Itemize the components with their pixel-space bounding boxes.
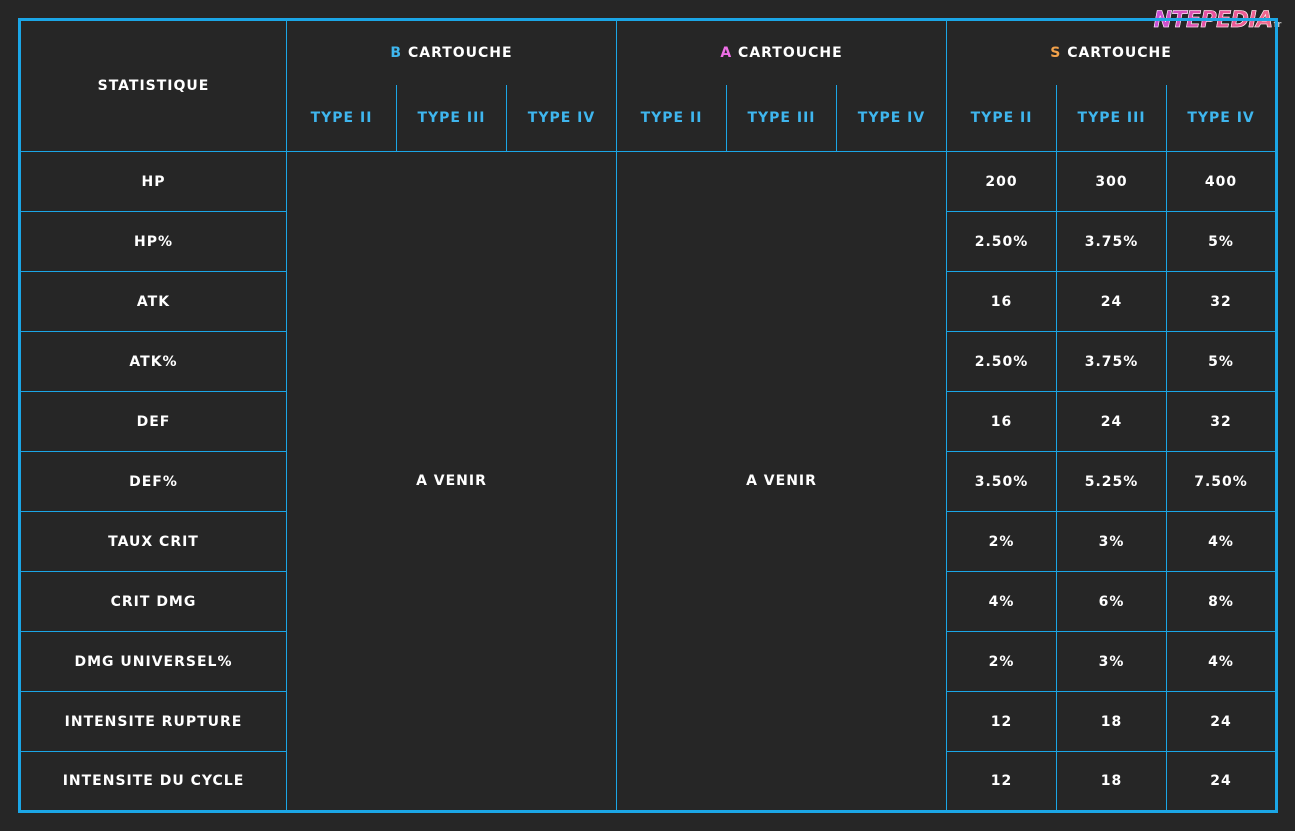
type-header-b-ii: TYPE II bbox=[286, 85, 397, 152]
type-header-b-iv: TYPE IV bbox=[506, 85, 617, 152]
s-type-iv-value: 7.50% bbox=[1166, 451, 1278, 512]
s-type-ii-value: 4% bbox=[946, 571, 1058, 632]
stat-name: HP bbox=[19, 151, 287, 212]
s-type-ii-value: 2% bbox=[946, 511, 1058, 572]
table-row: HP A VENIR A VENIR 200 300 400 bbox=[19, 151, 1278, 812]
grade-s-letter: S bbox=[1050, 45, 1062, 61]
s-type-iii-value: 3% bbox=[1056, 631, 1168, 692]
s-type-iv-value: 8% bbox=[1166, 571, 1278, 632]
type-header-s-iii: TYPE III bbox=[1056, 85, 1168, 152]
s-type-ii-value: 2.50% bbox=[946, 331, 1058, 392]
s-type-iv-value: 32 bbox=[1166, 391, 1278, 452]
header-row-groups: STATISTIQUE B CARTOUCHE A CARTOUCHE S CA… bbox=[19, 19, 1278, 152]
group-a-label: CARTOUCHE bbox=[738, 45, 843, 61]
s-type-iii-value: 18 bbox=[1056, 691, 1168, 752]
s-type-iv-value: 400 bbox=[1166, 151, 1278, 212]
s-type-iii-value: 18 bbox=[1056, 751, 1168, 812]
group-header-a: A CARTOUCHE bbox=[615, 19, 948, 85]
group-header-s: S CARTOUCHE bbox=[946, 19, 1278, 85]
type-header-a-iv: TYPE IV bbox=[835, 85, 948, 152]
group-b-label: CARTOUCHE bbox=[407, 45, 513, 61]
type-header-a-iii: TYPE III bbox=[726, 85, 837, 152]
stat-column-header: STATISTIQUE bbox=[19, 19, 287, 152]
s-type-iii-value: 24 bbox=[1056, 391, 1168, 452]
s-type-iv-value: 24 bbox=[1166, 751, 1278, 812]
cartouche-stats-table: STATISTIQUE B CARTOUCHE A CARTOUCHE S CA… bbox=[18, 18, 1279, 813]
s-type-ii-value: 2% bbox=[946, 631, 1058, 692]
group-s-label: CARTOUCHE bbox=[1067, 45, 1172, 61]
s-type-ii-value: 12 bbox=[946, 751, 1058, 812]
s-type-iii-value: 6% bbox=[1056, 571, 1168, 632]
s-type-ii-value: 12 bbox=[946, 691, 1058, 752]
type-header-a-ii: TYPE II bbox=[616, 85, 727, 152]
group-header-b: B CARTOUCHE bbox=[286, 19, 617, 85]
s-type-ii-value: 200 bbox=[946, 151, 1058, 212]
s-type-iv-value: 4% bbox=[1166, 511, 1278, 572]
b-cartouche-pending: A VENIR bbox=[286, 151, 617, 812]
type-header-s-iv: TYPE IV bbox=[1166, 85, 1278, 152]
stat-name: TAUX CRIT bbox=[19, 511, 287, 572]
type-header-s-ii: TYPE II bbox=[946, 85, 1058, 152]
grade-b-letter: B bbox=[390, 45, 403, 61]
page: NTEPEDIA fr STATISTIQUE B CARTOUCHE A CA… bbox=[0, 0, 1295, 831]
s-type-iii-value: 3.75% bbox=[1056, 331, 1168, 392]
stat-column-label: STATISTIQUE bbox=[97, 78, 210, 94]
s-type-iii-value: 300 bbox=[1056, 151, 1168, 212]
stat-name: HP% bbox=[19, 211, 287, 272]
stat-name: DEF bbox=[19, 391, 287, 452]
s-type-ii-value: 16 bbox=[946, 391, 1058, 452]
s-type-iv-value: 24 bbox=[1166, 691, 1278, 752]
s-type-iii-value: 3.75% bbox=[1056, 211, 1168, 272]
stat-name: INTENSITE RUPTURE bbox=[19, 691, 287, 752]
s-type-ii-value: 16 bbox=[946, 271, 1058, 332]
s-type-iv-value: 4% bbox=[1166, 631, 1278, 692]
s-type-iii-value: 5.25% bbox=[1056, 451, 1168, 512]
stat-name: DEF% bbox=[19, 451, 287, 512]
stat-name: DMG UNIVERSEL% bbox=[19, 631, 287, 692]
s-type-ii-value: 2.50% bbox=[946, 211, 1058, 272]
stat-name: ATK% bbox=[19, 331, 287, 392]
stat-name: CRIT DMG bbox=[19, 571, 287, 632]
grade-a-letter: A bbox=[720, 45, 733, 61]
s-type-iv-value: 5% bbox=[1166, 331, 1278, 392]
s-type-iii-value: 24 bbox=[1056, 271, 1168, 332]
a-cartouche-pending: A VENIR bbox=[615, 151, 948, 812]
s-type-iv-value: 5% bbox=[1166, 211, 1278, 272]
stat-name: ATK bbox=[19, 271, 287, 332]
s-type-iv-value: 32 bbox=[1166, 271, 1278, 332]
stat-name: INTENSITE DU CYCLE bbox=[19, 751, 287, 812]
s-type-ii-value: 3.50% bbox=[946, 451, 1058, 512]
s-type-iii-value: 3% bbox=[1056, 511, 1168, 572]
type-header-b-iii: TYPE III bbox=[396, 85, 507, 152]
